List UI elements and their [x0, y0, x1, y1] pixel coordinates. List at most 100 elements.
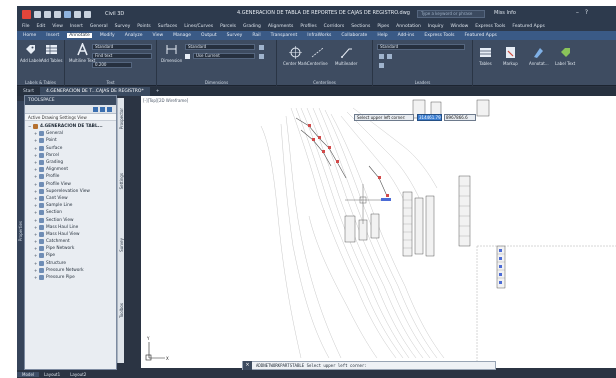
menu-item[interactable]: Edit: [37, 24, 46, 29]
dim-style-select[interactable]: Standard: [185, 44, 255, 50]
menu-item[interactable]: Pipes: [377, 24, 389, 29]
new-icon[interactable]: [34, 10, 41, 18]
tree-item[interactable]: + Cant View: [28, 195, 116, 202]
text-height-input[interactable]: 0.200: [92, 62, 132, 68]
command-line[interactable]: × ADDNETWORKPARTSTABLE Select upper left…: [242, 361, 496, 370]
tree-item[interactable]: + Sample Line: [28, 202, 116, 209]
dim-layer-select[interactable]: Use Current: [193, 53, 255, 59]
remove-leader-icon[interactable]: [387, 54, 392, 59]
ribbon-tab[interactable]: Transparent: [269, 33, 300, 38]
tree-item[interactable]: + Pipe Network: [28, 245, 116, 252]
menu-item[interactable]: Surfaces: [158, 24, 178, 29]
redo-icon[interactable]: [84, 10, 91, 18]
tree-item[interactable]: + Structure: [28, 260, 116, 267]
ribbon-tab[interactable]: Survey: [225, 33, 245, 38]
menu-item[interactable]: Profiles: [300, 24, 316, 29]
ribbon-tab[interactable]: Express Tools: [422, 33, 456, 38]
ribbon-tab[interactable]: View: [150, 33, 165, 38]
tree-item[interactable]: + General: [28, 130, 116, 137]
new-tab-button[interactable]: +: [150, 87, 166, 96]
tree-item[interactable]: + Pressure Network: [28, 267, 116, 274]
tree-root[interactable]: −4.GENERACION DE TABL...: [28, 123, 116, 130]
add-labels-button[interactable]: Add Labels: [20, 43, 42, 63]
menu-item[interactable]: File: [22, 24, 30, 29]
coordinate-y-input[interactable]: 8967866.6: [444, 114, 476, 121]
add-leader-icon[interactable]: [379, 54, 384, 59]
menu-item[interactable]: Corridors: [324, 24, 345, 29]
markup-button[interactable]: Markup: [503, 46, 518, 66]
ribbon-tab[interactable]: Analyze: [123, 33, 145, 38]
align-leader-icon[interactable]: [379, 63, 384, 68]
coordinate-x-input[interactable]: 314461.79: [417, 114, 442, 121]
ribbon-tab[interactable]: Annotate: [67, 33, 92, 38]
leader-style-select[interactable]: Standard: [377, 44, 465, 50]
text-style-select[interactable]: Standard: [92, 44, 152, 50]
menu-item[interactable]: Lines/Curves: [184, 24, 213, 29]
find-text-input[interactable]: Find text: [92, 53, 152, 59]
menu-item[interactable]: General: [90, 24, 108, 29]
add-tables-button[interactable]: Add Tables: [41, 43, 62, 63]
tree-item[interactable]: + Surface: [28, 145, 116, 152]
open-icon[interactable]: [44, 10, 51, 18]
dimension-button[interactable]: Dimension: [161, 43, 182, 63]
ribbon-tab[interactable]: InfraWorks: [305, 33, 333, 38]
undo-icon[interactable]: [74, 10, 81, 18]
side-tab[interactable]: Settings: [119, 173, 124, 189]
tree-item[interactable]: + Profile View: [28, 181, 116, 188]
plot-icon[interactable]: [64, 10, 71, 18]
menu-item[interactable]: Survey: [115, 24, 131, 29]
menu-item[interactable]: Sections: [351, 24, 370, 29]
toolspace-icon[interactable]: [107, 107, 112, 112]
tree-item[interactable]: + Superelevation View: [28, 188, 116, 195]
layout-tab[interactable]: Model: [17, 371, 40, 377]
minimize-icon[interactable]: –: [576, 9, 579, 16]
ribbon-tab[interactable]: Modify: [98, 33, 117, 38]
ribbon-tab[interactable]: Collaborate: [339, 33, 369, 38]
label-text-button[interactable]: Label Text: [555, 46, 575, 66]
tree-item[interactable]: + Profile: [28, 173, 116, 180]
tree-item[interactable]: + Pressure Pipe: [28, 274, 116, 281]
close-icon[interactable]: ×: [243, 361, 252, 370]
toolspace-icon[interactable]: [100, 107, 105, 112]
tree-item[interactable]: + Section View: [28, 216, 116, 223]
toolspace-view-select[interactable]: Active Drawing Settings View: [25, 114, 116, 121]
menu-item[interactable]: Express Tools: [475, 24, 505, 29]
search-input[interactable]: Type a keyword or phrase: [417, 10, 485, 18]
ribbon-tab[interactable]: Featured Apps: [462, 33, 498, 38]
menu-item[interactable]: Alignments: [268, 24, 293, 29]
tree-item[interactable]: + Alignment: [28, 166, 116, 173]
dim-tool-icon[interactable]: [259, 54, 264, 59]
menu-item[interactable]: View: [52, 24, 63, 29]
toolspace-icon[interactable]: [93, 107, 98, 112]
menu-item[interactable]: Annotation: [396, 24, 421, 29]
menu-item[interactable]: Points: [137, 24, 151, 29]
layout-tab[interactable]: Layout1: [39, 372, 65, 377]
toolspace-title[interactable]: TOOLSPACE: [25, 96, 116, 105]
menu-item[interactable]: Parcels: [220, 24, 236, 29]
multileader-button[interactable]: Multileader: [335, 46, 357, 66]
menu-item[interactable]: Grading: [243, 24, 261, 29]
ribbon-tab[interactable]: Add-ins: [396, 33, 417, 38]
tree-item[interactable]: + Catchment: [28, 238, 116, 245]
table-button[interactable]: Tables: [479, 46, 492, 66]
tree-item[interactable]: + Section: [28, 209, 116, 216]
properties-strip[interactable]: Properties: [17, 101, 24, 376]
drawing-canvas[interactable]: [-][Top][2D Wireframe] Y X: [141, 96, 616, 368]
workspace-label[interactable]: Civil 3D: [105, 11, 124, 17]
ribbon-tab[interactable]: Home: [21, 33, 38, 38]
menu-item[interactable]: Featured Apps: [512, 24, 544, 29]
ribbon-tab[interactable]: Help: [375, 33, 389, 38]
side-tab[interactable]: Toolbox: [119, 303, 124, 318]
menu-item[interactable]: Window: [451, 24, 469, 29]
ribbon-tab[interactable]: Rail: [250, 33, 262, 38]
centerline-button[interactable]: Centerline: [307, 46, 328, 66]
ribbon-tab[interactable]: Output: [199, 33, 219, 38]
tree-item[interactable]: + Parcel: [28, 152, 116, 159]
layout-tab[interactable]: Layout2: [65, 372, 91, 377]
ribbon-tab[interactable]: Manage: [171, 33, 193, 38]
side-tab[interactable]: Survey: [119, 238, 124, 252]
tree-item[interactable]: + Pipe: [28, 252, 116, 259]
app-menu-icon[interactable]: [22, 9, 31, 19]
help-icon[interactable]: ?: [585, 9, 588, 16]
layer-color-icon[interactable]: [185, 54, 190, 59]
